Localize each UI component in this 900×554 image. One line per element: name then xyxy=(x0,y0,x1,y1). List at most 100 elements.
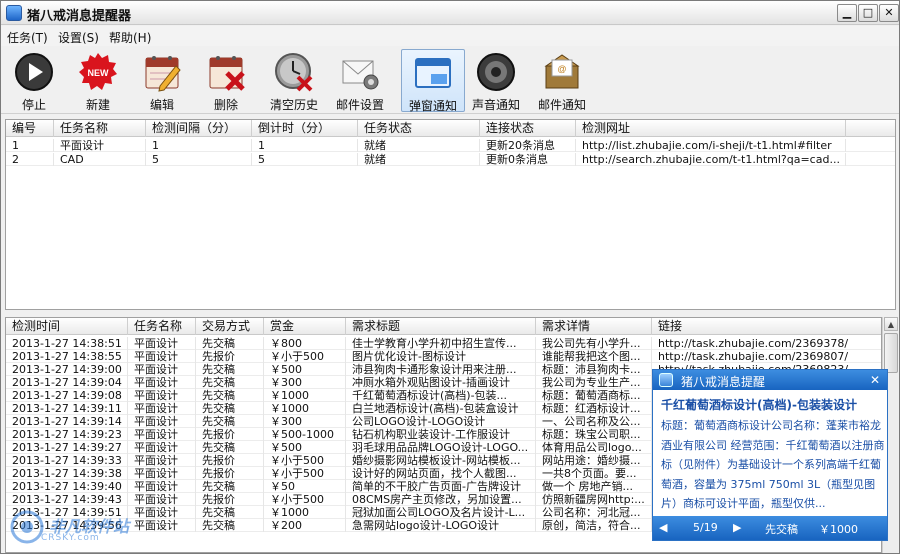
app-window: 猪八戒消息提醒器 ▁ □ ✕ 任务(T) 设置(S) 帮助(H) 停止 NEW … xyxy=(0,0,900,554)
menu-task[interactable]: 任务(T) xyxy=(7,29,48,46)
clear-history-label: 清空历史 xyxy=(269,98,318,112)
row-reward: ￥800 xyxy=(264,337,346,350)
popup-notify-button[interactable]: 弹窗通知 xyxy=(401,49,465,113)
column-header[interactable]: 需求详情 xyxy=(536,318,652,335)
new-label: 新建 xyxy=(85,98,110,112)
row-trade-mode: 先报价 xyxy=(196,428,264,441)
row-detail: 公司名称：河北冠... xyxy=(536,506,652,519)
row-reward: ￥1000 xyxy=(264,402,346,415)
clear-history-button[interactable]: 清空历史 xyxy=(263,49,325,112)
column-header[interactable]: 链接 xyxy=(652,318,881,335)
stop-icon xyxy=(15,53,53,91)
scroll-thumb[interactable] xyxy=(884,333,898,373)
column-header[interactable]: 连接状态 xyxy=(480,120,576,137)
row-time: 2013-1-27 14:39:23 xyxy=(6,428,128,441)
delete-calendar-icon xyxy=(209,56,245,91)
row-trade-mode: 先交稿 xyxy=(196,402,264,415)
maximize-button[interactable]: □ xyxy=(858,4,878,22)
task-status: 就绪 xyxy=(358,153,480,166)
clear-history-clock-icon xyxy=(275,53,313,92)
row-detail: 一、公司名称及公... xyxy=(536,415,652,428)
column-header[interactable]: 倒计时（分） xyxy=(252,120,358,137)
popup-reward: ￥1000 xyxy=(819,523,858,536)
row-detail: 仿照新疆房网http:... xyxy=(536,493,652,506)
column-header[interactable]: 任务状态 xyxy=(358,120,480,137)
delete-label: 删除 xyxy=(213,98,238,112)
row-task-name: 平面设计 xyxy=(128,415,196,428)
minimize-button[interactable]: ▁ xyxy=(837,4,857,22)
row-reward: ￥300 xyxy=(264,415,346,428)
row-trade-mode: 先交稿 xyxy=(196,519,264,532)
row-trade-mode: 先报价 xyxy=(196,454,264,467)
row-reward: ￥500 xyxy=(264,441,346,454)
history-table-header: 检测时间 任务名称 交易方式 赏金 需求标题 需求详情 链接 xyxy=(6,318,881,335)
watermark-sub: CRSKY.com xyxy=(41,533,100,543)
sound-notify-button[interactable]: 声音通知 xyxy=(469,49,523,112)
popup-body: 标题：葡萄酒商标设计公司名称：蓬莱市裕龙酒业有限公司 经营范围：千红葡萄酒以注册… xyxy=(661,419,885,510)
row-task-name: 平面设计 xyxy=(128,363,196,376)
row-title: 婚纱摄影网站模板设计-网站模板... xyxy=(346,454,536,467)
table-row[interactable]: 2013-1-27 14:38:51 平面设计 先交稿 ￥800 佳士学教育小学升初中招… xyxy=(6,337,881,350)
row-title: 图片优化设计-图标设计 xyxy=(346,350,536,363)
column-header[interactable]: 检测间隔（分） xyxy=(146,120,252,137)
column-header[interactable]: 任务名称 xyxy=(54,120,146,137)
column-header[interactable]: 编号 xyxy=(6,120,54,137)
minimize-icon: ▁ xyxy=(842,6,852,19)
popup-title: 猪八戒消息提醒 xyxy=(681,375,766,389)
task-table: 编号 任务名称 检测间隔（分） 倒计时（分） 任务状态 连接状态 检测网址 1 … xyxy=(5,119,896,310)
row-detail: 标题：珠宝公司职... xyxy=(536,428,652,441)
menu-help[interactable]: 帮助(H) xyxy=(109,29,151,46)
column-header[interactable]: 交易方式 xyxy=(196,318,264,335)
delete-button[interactable]: 删除 xyxy=(199,49,253,112)
prev-arrow-icon[interactable]: ◀ xyxy=(659,521,667,534)
row-title: 冠狱加面公司LOGO及名片设计-L... xyxy=(346,506,536,519)
row-trade-mode: 先交稿 xyxy=(196,376,264,389)
row-title: 08CMS房产主页修改，另加设置... xyxy=(346,493,536,506)
new-button[interactable]: NEW 新建 xyxy=(71,49,125,112)
task-name: CAD xyxy=(54,153,146,166)
row-detail: 标题：沛县狗肉卡... xyxy=(536,363,652,376)
row-task-name: 平面设计 xyxy=(128,337,196,350)
mail-settings-button[interactable]: 邮件设置 xyxy=(333,49,387,112)
row-title: 白兰地酒标设计(高档)-包装盒设计 xyxy=(346,402,536,415)
scroll-up-icon[interactable]: ▲ xyxy=(884,317,898,331)
column-header[interactable]: 检测时间 xyxy=(6,318,128,335)
stop-button[interactable]: 停止 xyxy=(7,49,61,112)
task-interval: 1 xyxy=(146,139,252,152)
row-reward: ￥小于500 xyxy=(264,454,346,467)
row-task-name: 平面设计 xyxy=(128,389,196,402)
row-task-name: 平面设计 xyxy=(128,493,196,506)
close-button[interactable]: ✕ xyxy=(879,4,899,22)
popup-headline[interactable]: 千红葡萄酒标设计(高档)-包装装设计 xyxy=(661,396,883,413)
row-trade-mode: 先交稿 xyxy=(196,480,264,493)
column-header[interactable]: 需求标题 xyxy=(346,318,536,335)
column-header[interactable]: 任务名称 xyxy=(128,318,196,335)
row-time: 2013-1-27 14:39:33 xyxy=(6,454,128,467)
mail-notify-label: 邮件通知 xyxy=(537,98,586,112)
column-header[interactable]: 赏金 xyxy=(264,318,346,335)
menu-settings[interactable]: 设置(S) xyxy=(58,29,99,46)
row-reward: ￥500-1000 xyxy=(264,428,346,441)
row-reward: ￥小于500 xyxy=(264,493,346,506)
table-row[interactable]: 2013-1-27 14:38:55 平面设计 先报价 ￥小于500 图片优化设计-图标… xyxy=(6,350,881,363)
sound-notify-label: 声音通知 xyxy=(471,98,520,112)
table-row[interactable]: 1 平面设计 1 1 就绪 更新20条消息 http://list.zhubaj… xyxy=(6,139,895,152)
table-row[interactable]: 2 CAD 5 5 就绪 更新0条消息 http://search.zhubaj… xyxy=(6,153,895,166)
row-task-name: 平面设计 xyxy=(128,467,196,480)
mail-notify-button[interactable]: @ 邮件通知 xyxy=(535,49,589,112)
task-interval: 5 xyxy=(146,153,252,166)
svg-text:@: @ xyxy=(557,64,566,74)
row-title: 千红葡萄酒标设计(高档)-包装... xyxy=(346,389,536,402)
popup-title-bar: 猪八戒消息提醒 ✕ xyxy=(653,370,887,390)
mail-settings-icon xyxy=(342,60,379,90)
edit-button[interactable]: 编辑 xyxy=(135,49,189,112)
row-detail: 做一个 房地产销... xyxy=(536,480,652,493)
row-task-name: 平面设计 xyxy=(128,350,196,363)
mail-notify-icon: @ xyxy=(544,54,580,89)
next-arrow-icon[interactable]: ▶ xyxy=(733,521,741,534)
edit-calendar-icon xyxy=(145,56,181,92)
column-header[interactable]: 检测网址 xyxy=(576,120,846,137)
task-countdown: 5 xyxy=(252,153,358,166)
popup-close-icon[interactable]: ✕ xyxy=(867,372,883,388)
row-time: 2013-1-27 14:39:27 xyxy=(6,441,128,454)
